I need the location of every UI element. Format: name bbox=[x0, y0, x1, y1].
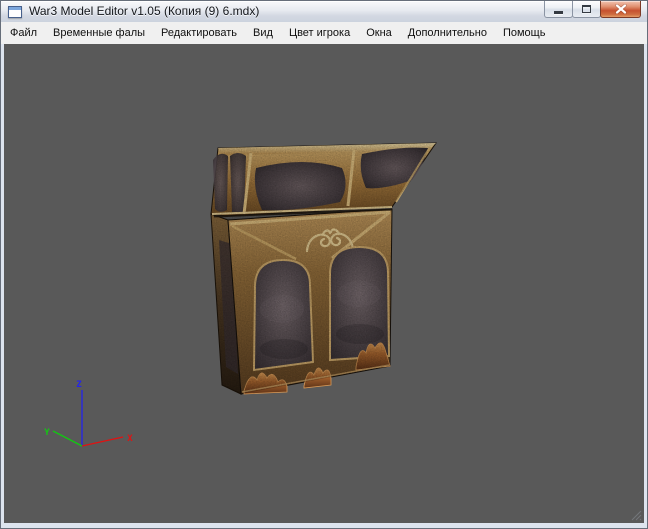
menu-item-help[interactable]: Помощь bbox=[495, 23, 554, 43]
title-bar[interactable]: War3 Model Editor v1.05 (Копия (9) 6.mdx… bbox=[1, 1, 647, 22]
minimize-button[interactable] bbox=[544, 1, 573, 18]
viewport-canvas: Z X Y bbox=[4, 44, 644, 523]
menu-item-windows[interactable]: Окна bbox=[358, 23, 400, 43]
viewport-3d[interactable]: Z X Y bbox=[4, 44, 644, 523]
window-title: War3 Model Editor v1.05 (Копия (9) 6.mdx… bbox=[29, 4, 260, 18]
menu-bar: Файл Временные фалы Редактировать Вид Цв… bbox=[1, 22, 647, 44]
window-controls bbox=[544, 1, 641, 18]
menu-item-player-color[interactable]: Цвет игрока bbox=[281, 23, 358, 43]
close-button[interactable] bbox=[600, 1, 641, 18]
close-icon bbox=[614, 4, 627, 14]
menu-item-temp-files[interactable]: Временные фалы bbox=[45, 23, 153, 43]
maximize-icon bbox=[582, 5, 591, 13]
minimize-icon bbox=[554, 11, 563, 14]
menu-item-view[interactable]: Вид bbox=[245, 23, 281, 43]
app-icon bbox=[8, 5, 22, 18]
axis-label-y: Y bbox=[44, 428, 50, 438]
axis-label-z: Z bbox=[76, 380, 82, 390]
menu-item-additional[interactable]: Дополнительно bbox=[400, 23, 495, 43]
axis-label-x: X bbox=[127, 434, 133, 444]
maximize-button[interactable] bbox=[572, 1, 601, 18]
menu-item-file[interactable]: Файл bbox=[2, 23, 45, 43]
app-window: War3 Model Editor v1.05 (Копия (9) 6.mdx… bbox=[0, 0, 648, 529]
menu-item-edit[interactable]: Редактировать bbox=[153, 23, 245, 43]
